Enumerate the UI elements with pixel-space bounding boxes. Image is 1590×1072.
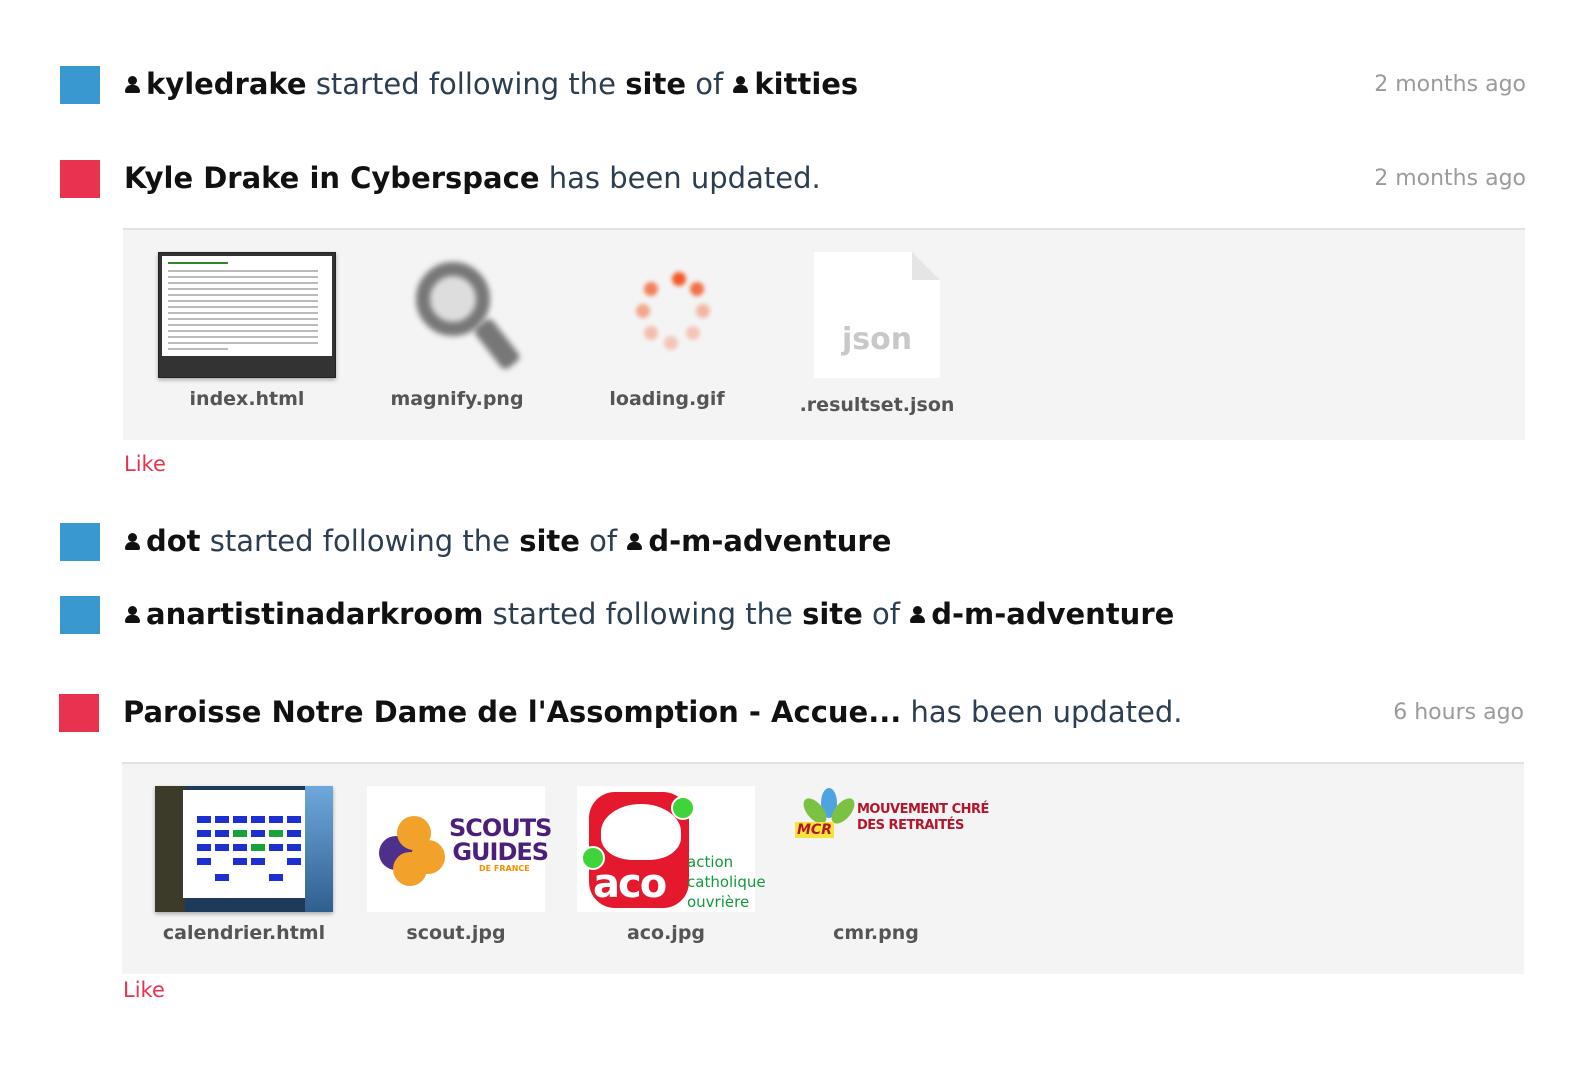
user-icon: [124, 530, 142, 552]
file-name: index.html: [189, 388, 305, 410]
page-screenshot-thumbnail: [155, 786, 333, 912]
updated-files-panel: calendrier.html SCOUTS GUIDES DE FRANCE s…: [122, 762, 1524, 974]
site-title-link[interactable]: Kyle Drake in Cyberspace: [124, 161, 540, 195]
follow-event-marker: [60, 596, 100, 634]
user-icon: [124, 603, 142, 625]
updated-files-panel: index.html magnify.png loading.gif json …: [123, 228, 1525, 440]
user-icon: [124, 73, 142, 95]
file-item[interactable]: json .resultset.json: [777, 252, 977, 416]
event-headline: dot started following the site of d-m-ad…: [124, 519, 891, 563]
file-item[interactable]: SCOUTS GUIDES DE FRANCE scout.jpg: [356, 786, 556, 944]
like-link[interactable]: Like: [123, 978, 165, 1002]
file-item[interactable]: MCR MOUVEMENT CHRÉ DES RETRAITÉS cmr.png: [776, 786, 989, 944]
event-headline: Paroisse Notre Dame de l'Assomption - Ac…: [123, 695, 1183, 729]
site-link[interactable]: site: [519, 524, 580, 558]
file-item[interactable]: loading.gif: [567, 252, 767, 410]
site-title-link[interactable]: Paroisse Notre Dame de l'Assomption - Ac…: [123, 695, 901, 729]
scouts-logo-thumbnail: SCOUTS GUIDES DE FRANCE: [367, 786, 552, 912]
target-user-link[interactable]: d-m-adventure: [626, 524, 891, 558]
follow-event-marker: [60, 66, 100, 104]
follower-link[interactable]: kyledrake: [124, 67, 307, 101]
user-icon: [626, 530, 644, 552]
file-name: .resultset.json: [799, 394, 955, 416]
file-item[interactable]: aco action catholique ouvrière aco.jpg: [566, 786, 766, 944]
file-item[interactable]: index.html: [147, 252, 347, 410]
user-icon: [732, 73, 750, 95]
magnify-icon: [368, 252, 546, 378]
site-link[interactable]: site: [802, 597, 863, 631]
event-headline: kyledrake started following the site of …: [124, 62, 858, 106]
follower-link[interactable]: anartistinadarkroom: [124, 597, 483, 631]
target-user-link[interactable]: d-m-adventure: [909, 597, 1174, 631]
file-name: calendrier.html: [162, 922, 326, 944]
loading-spinner-icon: [578, 252, 756, 378]
event-timestamp: 6 hours ago: [1393, 700, 1524, 725]
update-event-marker: [59, 694, 99, 732]
file-name: scout.jpg: [406, 922, 506, 944]
update-event-marker: [60, 160, 100, 198]
follower-link[interactable]: dot: [124, 524, 201, 558]
aco-logo-thumbnail: aco action catholique ouvrière: [577, 786, 766, 912]
file-item[interactable]: magnify.png: [357, 252, 557, 410]
like-link[interactable]: Like: [124, 452, 166, 476]
user-icon: [909, 603, 927, 625]
file-name: loading.gif: [609, 388, 725, 410]
site-link[interactable]: site: [625, 67, 686, 101]
file-name: magnify.png: [390, 388, 524, 410]
file-name: aco.jpg: [626, 922, 706, 944]
file-item[interactable]: calendrier.html: [144, 786, 344, 944]
target-user-link[interactable]: kitties: [732, 67, 858, 101]
json-file-icon: json: [814, 252, 940, 378]
page-screenshot-thumbnail: [158, 252, 336, 378]
event-headline: Kyle Drake in Cyberspace has been update…: [124, 161, 821, 195]
event-headline: anartistinadarkroom started following th…: [124, 592, 1174, 636]
event-timestamp: 2 months ago: [1374, 166, 1526, 191]
cmr-logo-thumbnail: MCR MOUVEMENT CHRÉ DES RETRAITÉS: [787, 786, 989, 912]
event-timestamp: 2 months ago: [1374, 72, 1526, 97]
file-name: cmr.png: [833, 922, 919, 944]
follow-event-marker: [60, 523, 100, 561]
